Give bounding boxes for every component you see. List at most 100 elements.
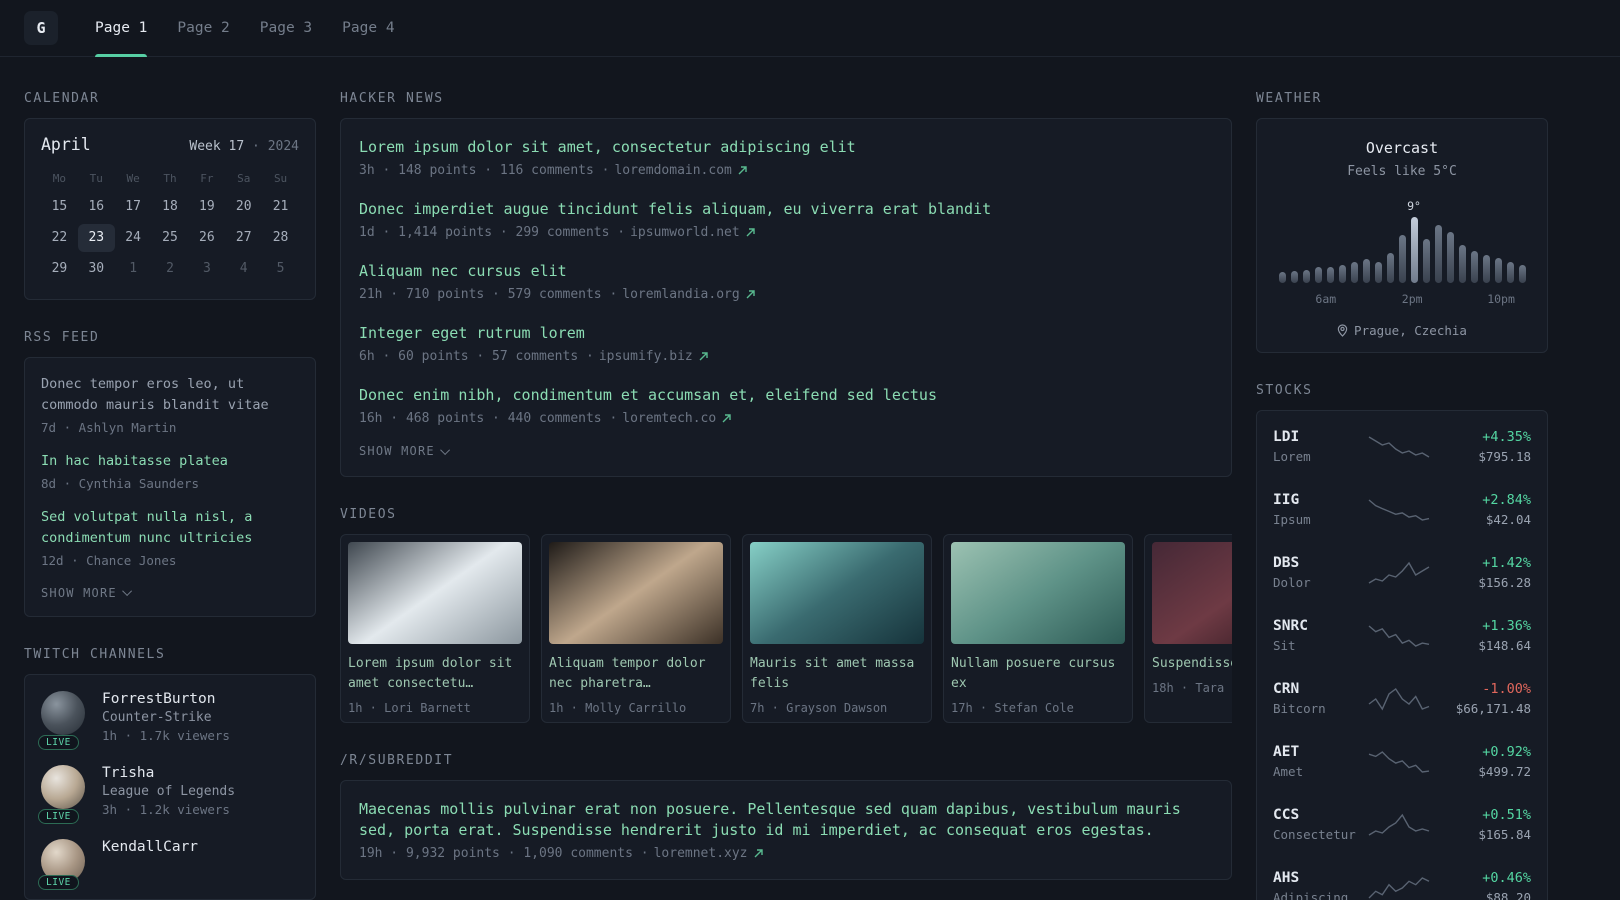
nav-tab[interactable]: Page 2 [162,0,244,56]
weather-hour-bar [1494,254,1502,283]
stock-id: CRN Bitcorn [1273,681,1361,716]
calendar-day-cell: 27 [235,230,252,245]
video-title[interactable]: Mauris sit amet massa felis [750,654,924,694]
stock-row[interactable]: AET Amet +0.92% $499.72 [1273,730,1531,793]
weather-bar-fill [1386,253,1394,283]
video-card[interactable]: Suspendisse diam 18h · Tara [1144,534,1232,724]
twitch-channel-name[interactable]: ForrestBurton [102,691,230,707]
stock-id: AET Amet [1273,744,1361,779]
stock-sparkline [1368,435,1430,458]
weather-bar-fill [1410,217,1418,283]
video-title[interactable]: Nullam posuere cursus ex [951,654,1125,694]
live-badge: LIVE [38,874,79,890]
stock-price: $156.28 [1478,575,1531,590]
left-column: CALENDAR April Week 17 · 2024 Mo Tu We T… [24,91,316,900]
weather-bar-fill [1494,258,1502,283]
weather-time-label: 6am [1315,292,1337,306]
weather-hour-bar [1302,266,1310,283]
calendar-day-cell: 19 [199,199,215,214]
hackernews-show-more-label: SHOW MORE [359,444,435,458]
weather-hour-bar [1278,268,1286,283]
video-meta: 1h · Lori Barnett [348,701,471,716]
stock-id: IIG Ipsum [1273,492,1361,527]
stock-name: Lorem [1273,449,1311,464]
video-card[interactable]: Nullam posuere cursus ex 17h · Stefan Co… [943,534,1133,724]
rss-show-more-button[interactable]: SHOW MORE [41,586,132,600]
videos-row: Lorem ipsum dolor sit amet consectetu… 1… [340,534,1232,724]
hackernews-item-domain[interactable]: loremdomain.com [614,163,731,178]
weather-location[interactable]: Prague, Czechia [1275,323,1529,338]
calendar-day-cell: 20 [235,199,252,214]
rss-item-link[interactable]: In hac habitasse platea [41,451,299,472]
stock-change: +0.51% [1482,807,1531,823]
hackernews-item-domain[interactable]: loremlandia.org [622,287,739,302]
stock-row[interactable]: CRN Bitcorn -1.00% $66,171.48 [1273,667,1531,730]
video-title[interactable]: Aliquam tempor dolor nec pharetra… [549,654,723,694]
hackernews-show-more-button[interactable]: SHOW MORE [359,444,450,458]
hackernews-item-link[interactable]: Donec imperdiet augue tincidunt felis al… [359,199,1213,220]
nav-tab[interactable]: Page 4 [327,0,409,56]
weather-bar-fill [1446,232,1454,283]
twitch-channel-name[interactable]: Trisha [102,765,235,781]
stock-symbol: DBS [1273,555,1300,571]
video-card[interactable]: Aliquam tempor dolor nec pharetra… 1h · … [541,534,731,724]
weather-bar-fill [1458,245,1466,283]
weather-bar-fill [1482,255,1490,283]
stock-name: Dolor [1273,575,1311,590]
twitch-channel-name[interactable]: KendallCarr [102,839,198,855]
twitch-widget-title: TWITCH CHANNELS [24,646,166,662]
twitch-channel-row[interactable]: LIVE ForrestBurton Counter-Strike 1h · 1… [38,690,299,750]
stock-id: LDI Lorem [1273,429,1361,464]
stock-name: Sit [1273,638,1296,653]
stock-row[interactable]: IIG Ipsum +2.84% $42.04 [1273,478,1531,541]
rss-item-link[interactable]: Donec tempor eros leo, ut commodo mauris… [41,374,299,416]
calendar-day-cell: 23 [77,224,115,252]
location-pin-icon [1337,324,1348,337]
twitch-channel-row[interactable]: LIVE KendallCarr [38,838,299,890]
twitch-channel-row[interactable]: LIVE Trisha League of Legends 3h · 1.2k … [38,764,299,824]
video-meta: 1h · Molly Carrillo [549,701,687,716]
app-logo[interactable]: G [24,11,58,45]
weather-box: Overcast Feels like 5°C 9° 6am 2pm 10pm … [1256,118,1548,353]
subreddit-post-link[interactable]: Maecenas mollis pulvinar erat non posuer… [359,799,1213,841]
twitch-box: LIVE ForrestBurton Counter-Strike 1h · 1… [24,673,316,900]
hackernews-item-link[interactable]: Donec enim nibh, condimentum et accumsan… [359,385,1213,406]
twitch-channel-game: Counter-Strike [102,709,212,725]
nav-tab[interactable]: Page 1 [80,0,162,57]
hackernews-item-link[interactable]: Aliquam nec cursus elit [359,261,1213,282]
stock-row[interactable]: CCS Consectetur +0.51% $165.84 [1273,793,1531,856]
hackernews-item-link[interactable]: Integer eget rutrum lorem [359,323,1213,344]
stock-row[interactable]: AHS Adipiscing +0.46% $88.20 [1273,856,1531,900]
stock-name: Ipsum [1273,512,1311,527]
hackernews-item-domain[interactable]: ipsumify.biz [599,349,693,364]
subreddit-post-domain[interactable]: loremnet.xyz [654,846,748,861]
stock-price: $66,171.48 [1455,701,1531,716]
stock-row[interactable]: SNRC Sit +1.36% $148.64 [1273,604,1531,667]
video-card[interactable]: Mauris sit amet massa felis 7h · Grayson… [742,534,932,724]
twitch-channel-info: Trisha League of Legends 3h · 1.2k viewe… [102,765,235,817]
hackernews-widget-title: HACKER NEWS [340,91,444,106]
weather-hour-bar [1398,231,1406,283]
hackernews-item-domain[interactable]: ipsumworld.net [630,225,740,240]
weather-location-label: Prague, Czechia [1354,323,1467,338]
videos-widget: VIDEOS Lorem ipsum dolor sit amet consec… [340,507,1232,724]
video-title[interactable]: Lorem ipsum dolor sit amet consectetu… [348,654,522,694]
external-link-icon [754,849,763,858]
rss-item-link[interactable]: Sed volutpat nulla nisl, a condimentum n… [41,507,299,549]
video-card[interactable]: Lorem ipsum dolor sit amet consectetu… 1… [340,534,530,724]
stock-values: +4.35% $795.18 [1437,429,1531,464]
stock-row[interactable]: LDI Lorem +4.35% $795.18 [1273,415,1531,478]
stock-row[interactable]: DBS Dolor +1.42% $156.28 [1273,541,1531,604]
video-thumbnail [549,542,723,644]
hackernews-item-link[interactable]: Lorem ipsum dolor sit amet, consectetur … [359,137,1213,158]
weather-hour-bar [1374,258,1382,283]
calendar-day-header: Su [273,172,288,185]
calendar-day-cell: 2 [166,261,174,276]
stock-name: Bitcorn [1273,701,1326,716]
video-title[interactable]: Suspendisse diam [1152,654,1232,674]
avatar [41,690,85,735]
chevron-down-icon [439,444,450,455]
nav-tab[interactable]: Page 3 [245,0,327,56]
hackernews-item-domain[interactable]: loremtech.co [622,411,716,426]
stock-name: Amet [1273,764,1304,779]
